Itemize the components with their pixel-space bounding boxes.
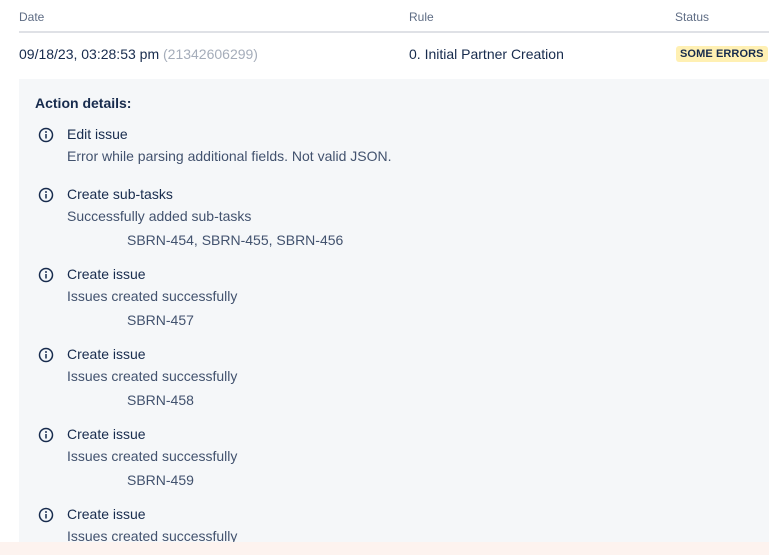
info-icon bbox=[38, 267, 54, 283]
list-item: Create issue Issues created successfully… bbox=[19, 263, 769, 343]
action-name: Create issue bbox=[67, 346, 146, 362]
status-badge: SOME ERRORS bbox=[676, 46, 768, 62]
bottom-strip bbox=[0, 542, 769, 555]
action-list: Edit issue Error while parsing additiona… bbox=[19, 123, 769, 555]
action-message: Successfully added sub-tasks bbox=[67, 208, 252, 224]
issue-keys[interactable]: SBRN-458 bbox=[127, 392, 194, 408]
action-message: Issues created successfully bbox=[67, 368, 238, 384]
audit-log-page: Date Rule Status 09/18/23, 03:28:53 pm (… bbox=[0, 0, 769, 555]
action-name: Create issue bbox=[67, 266, 146, 282]
info-icon bbox=[38, 507, 54, 523]
issue-keys[interactable]: SBRN-457 bbox=[127, 312, 194, 328]
list-item: Edit issue Error while parsing additiona… bbox=[19, 123, 769, 183]
action-details-title: Action details: bbox=[35, 95, 132, 111]
action-name: Edit issue bbox=[67, 126, 128, 142]
row-rule[interactable]: 0. Initial Partner Creation bbox=[409, 46, 564, 62]
list-item: Create sub-tasks Successfully added sub-… bbox=[19, 183, 769, 263]
info-icon bbox=[38, 127, 54, 143]
info-icon bbox=[38, 187, 54, 203]
action-name: Create issue bbox=[67, 506, 146, 522]
list-item: Create issue Issues created successfully… bbox=[19, 423, 769, 503]
info-icon bbox=[38, 347, 54, 363]
action-details-panel: Action details: Edit issue Error while p… bbox=[19, 79, 769, 549]
action-name: Create sub-tasks bbox=[67, 186, 173, 202]
info-icon bbox=[38, 427, 54, 443]
table-header: Date Rule Status bbox=[19, 0, 769, 33]
action-message: Issues created successfully bbox=[67, 288, 238, 304]
table-row[interactable]: 09/18/23, 03:28:53 pm (21342606299) 0. I… bbox=[19, 33, 769, 77]
list-item: Create issue Issues created successfully… bbox=[19, 343, 769, 423]
row-date-cell: 09/18/23, 03:28:53 pm (21342606299) bbox=[19, 46, 258, 62]
action-message: Issues created successfully bbox=[67, 448, 238, 464]
column-header-status[interactable]: Status bbox=[675, 10, 709, 24]
issue-keys[interactable]: SBRN-459 bbox=[127, 472, 194, 488]
issue-keys[interactable]: SBRN-454, SBRN-455, SBRN-456 bbox=[127, 232, 343, 248]
row-date: 09/18/23, 03:28:53 pm bbox=[19, 46, 160, 62]
row-execution-id: (21342606299) bbox=[163, 46, 258, 62]
column-header-rule[interactable]: Rule bbox=[409, 10, 434, 24]
action-name: Create issue bbox=[67, 426, 146, 442]
action-message: Error while parsing additional fields. N… bbox=[67, 148, 392, 164]
column-header-date[interactable]: Date bbox=[19, 10, 44, 24]
